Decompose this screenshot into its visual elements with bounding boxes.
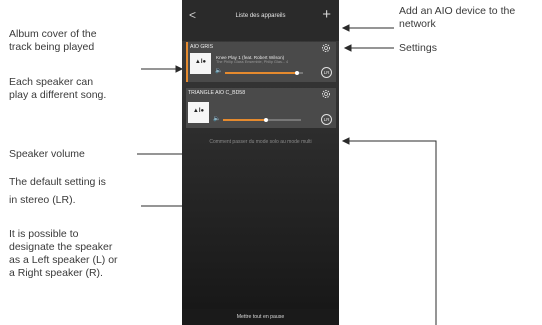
annotation-album-cover: Album cover of the track being played [9,28,97,54]
annotation-speaker-volume: Speaker volume [9,148,85,161]
gear-icon[interactable] [320,42,332,54]
device-card-aio-gris[interactable]: AIO GRIS ▲I● Knee Play 1 (feat. Robert W… [186,42,336,82]
device-name: AIO GRIS [190,44,214,50]
annotation-line: play a different song. [9,89,107,101]
channel-lr-button[interactable]: LR [321,114,332,125]
annotation-line: in stereo (LR). [9,194,76,206]
volume-slider[interactable] [225,71,303,75]
pause-all-button[interactable]: Mettre tout en pause [182,314,339,320]
annotation-line: It is possible to [9,228,79,240]
annotation-line: Each speaker can [9,76,94,88]
device-name: TRIANGLE AIO C_BD58 [188,90,246,96]
page-title: Liste des appareils [235,13,286,19]
annotation-each-speaker: Each speaker can play a different song. [9,76,106,102]
speaker-icon: 🔈 [213,116,221,122]
channel-lr-button[interactable]: LR [321,67,332,78]
album-cover: ▲I● [188,102,209,123]
volume-slider[interactable] [223,118,301,122]
annotation-line: network [399,18,436,30]
annotation-designate: It is possible to designate the speaker … [9,228,118,280]
annotation-line: a Right speaker (R). [9,267,103,279]
howto-leader [347,140,437,325]
device-card-triangle-aio[interactable]: TRIANGLE AIO C_BD58 ▲I● 🔈 LR [186,88,336,128]
volume-knob[interactable] [294,71,299,75]
annotation-line: Album cover of the [9,28,97,40]
annotation-line: as a Left speaker (L) or [9,254,118,266]
volume-fill [223,119,266,121]
cover-logo: ▲I● [192,108,205,114]
annotation-line: Settings [399,42,437,54]
annotation-add-aio: Add an AIO device to the network [399,5,515,31]
cover-logo: ▲I● [194,59,207,65]
album-cover: ▲I● [190,53,211,74]
add-aio-arrowhead [341,24,350,32]
annotation-line: The default setting is [9,176,106,188]
phone-screen: < Liste des appareils + AIO GRIS ▲I● Kne… [182,0,339,325]
pause-all-bar: Mettre tout en pause [182,309,339,325]
annotation-line: Speaker volume [9,148,85,160]
volume-fill [225,72,297,74]
solo-multi-help-link[interactable]: Comment passer du mode solo au mode mult… [182,139,339,145]
annotation-line: track being played [9,41,95,53]
top-bar: < Liste des appareils + [182,0,339,41]
speaker-icon: 🔈 [215,68,223,74]
howto-arrowhead [341,137,350,145]
volume-knob[interactable] [263,118,268,122]
annotation-line: designate the speaker [9,241,113,253]
track-artist: The Philip Glass Ensemble, Philip Glas..… [216,60,289,64]
annotation-line: Add an AIO device to the [399,5,516,17]
gear-icon[interactable] [320,88,332,100]
add-device-button[interactable]: + [322,6,331,23]
annotation-settings: Settings [399,42,437,55]
settings-arrowhead [343,44,352,52]
annotation-default-setting: The default setting is in stereo (LR). [9,176,106,207]
